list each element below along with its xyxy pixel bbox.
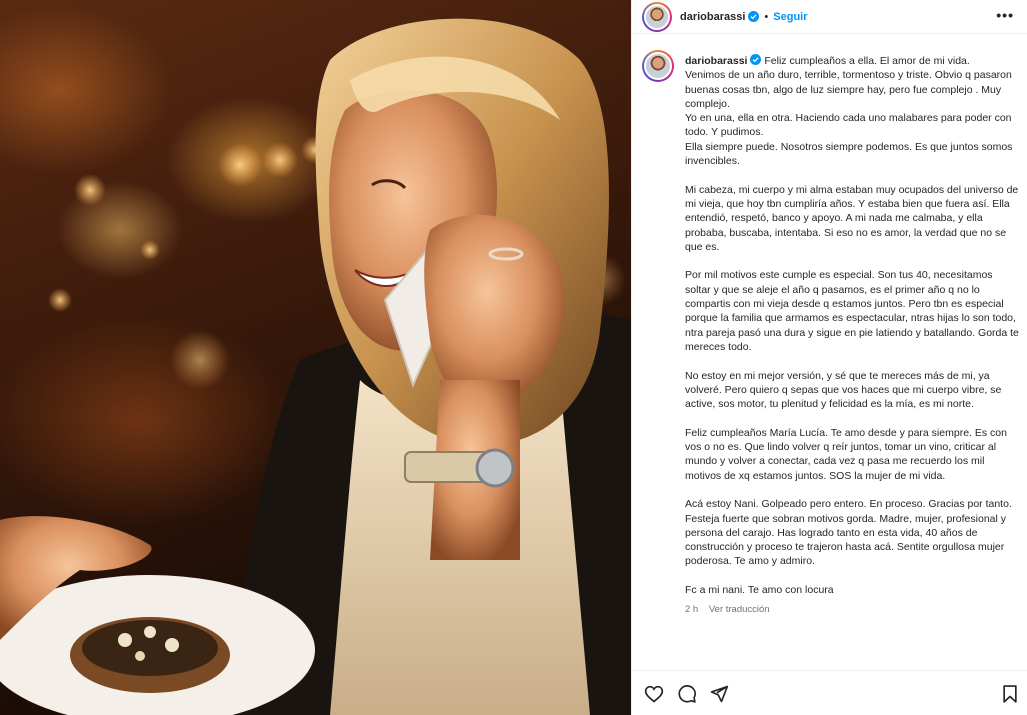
- photo-illustration: [0, 18, 631, 715]
- caption-line: Ella siempre puede. Nosotros siempre pod…: [685, 140, 1013, 168]
- see-translation-link[interactable]: Ver traducción: [709, 604, 770, 615]
- caption-paragraph: Fc a mi nani. Te amo con locura: [685, 583, 834, 596]
- caption-avatar[interactable]: [642, 50, 674, 82]
- share-icon[interactable]: [709, 684, 729, 704]
- post-header: dariobarassi • Seguir •••: [632, 0, 1027, 34]
- post-photo[interactable]: [0, 0, 631, 715]
- header-username[interactable]: dariobarassi: [680, 11, 745, 23]
- caption-text: dariobarassi Feliz cumpleaños a ella. El…: [685, 54, 1020, 618]
- more-options-icon[interactable]: •••: [996, 8, 1014, 22]
- caption-lead: Feliz cumpleaños a ella. El amor de mi v…: [764, 55, 970, 67]
- comment-icon[interactable]: [677, 684, 697, 704]
- caption-username[interactable]: dariobarassi: [685, 55, 747, 67]
- verified-badge-icon: [748, 11, 760, 22]
- avatar[interactable]: [642, 1, 672, 32]
- caption-paragraph: No estoy en mi mejor versión, y sé que t…: [685, 369, 1002, 411]
- caption-meta: 2 h Ver traducción: [685, 603, 1020, 617]
- caption-paragraph: Por mil motivos este cumple es especial.…: [685, 269, 1019, 353]
- caption-paragraph: Acá estoy Nani. Golpeado pero entero. En…: [685, 498, 1012, 568]
- verified-badge-icon: [750, 54, 762, 65]
- caption-paragraph: Mi cabeza, mi cuerpo y mi alma estaban m…: [685, 183, 1019, 253]
- post-side-panel: dariobarassi • Seguir ••• dariobarassi F…: [631, 0, 1027, 715]
- caption-line: Venimos de un año duro, terrible, tormen…: [685, 69, 1012, 110]
- follow-button[interactable]: Seguir: [773, 11, 807, 23]
- header-separator: •: [764, 10, 769, 23]
- heart-icon[interactable]: [644, 684, 664, 704]
- action-bar: [632, 670, 1027, 715]
- caption-paragraph: Feliz cumpleaños María Lucía. Te amo des…: [685, 426, 1007, 482]
- caption-line: Yo en una, ella en otra. Haciendo cada u…: [685, 112, 1012, 139]
- bookmark-icon[interactable]: [1000, 684, 1020, 704]
- post-timestamp: 2 h: [685, 604, 699, 616]
